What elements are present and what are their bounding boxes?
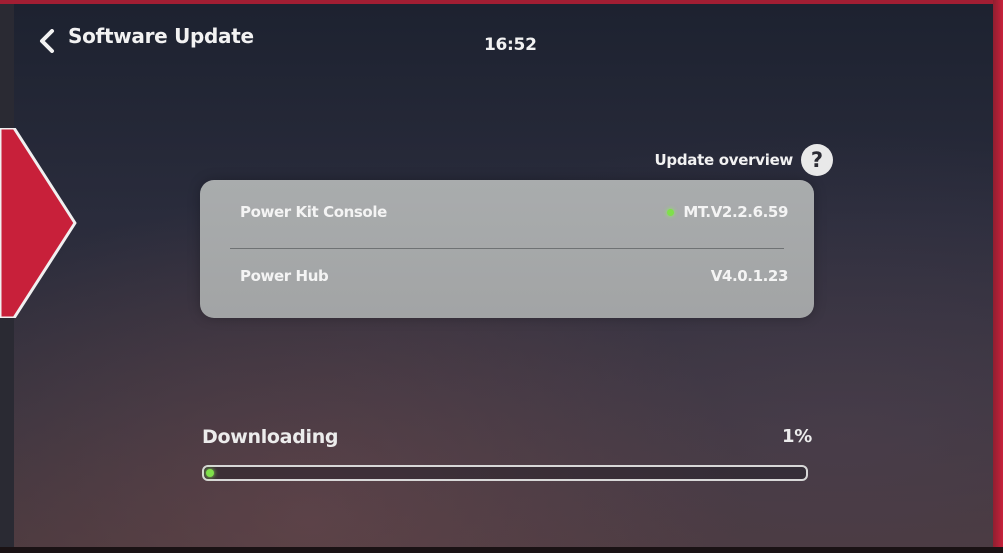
row-divider	[230, 248, 784, 249]
version-row: Power Hub V4.0.1.23	[240, 267, 788, 285]
back-button[interactable]	[34, 26, 60, 56]
version-value-group: MT.V2.2.6.59	[667, 203, 788, 221]
download-status-label: Downloading	[202, 426, 339, 448]
download-progress-bar	[202, 465, 808, 481]
question-circle-icon[interactable]: ?	[801, 144, 833, 176]
touch-screen: Software Update 16:52 Update overview ? …	[14, 4, 993, 547]
status-dot-icon	[667, 208, 675, 216]
component-version: V4.0.1.23	[710, 267, 789, 285]
update-overview-link[interactable]: Update overview ?	[655, 144, 833, 176]
version-card: Power Kit Console MT.V2.2.6.59 Power Hub…	[200, 180, 814, 318]
arrow-marker	[0, 128, 80, 318]
component-name: Power Kit Console	[240, 203, 387, 221]
device-frame: Software Update 16:52 Update overview ? …	[0, 0, 1003, 553]
download-progress-fill	[206, 469, 214, 477]
clock: 16:52	[484, 35, 537, 55]
download-percent: 1%	[782, 426, 812, 447]
page-title: Software Update	[68, 24, 254, 48]
bezel-bottom	[0, 547, 1003, 553]
component-name: Power Hub	[240, 267, 329, 285]
arrow-right-icon	[0, 128, 77, 318]
bezel-right	[993, 0, 1003, 553]
chevron-left-icon	[40, 29, 54, 53]
component-version: MT.V2.2.6.59	[683, 203, 788, 221]
help-glyph: ?	[810, 148, 824, 172]
version-row: Power Kit Console MT.V2.2.6.59	[240, 203, 788, 221]
update-overview-label: Update overview	[654, 151, 794, 169]
